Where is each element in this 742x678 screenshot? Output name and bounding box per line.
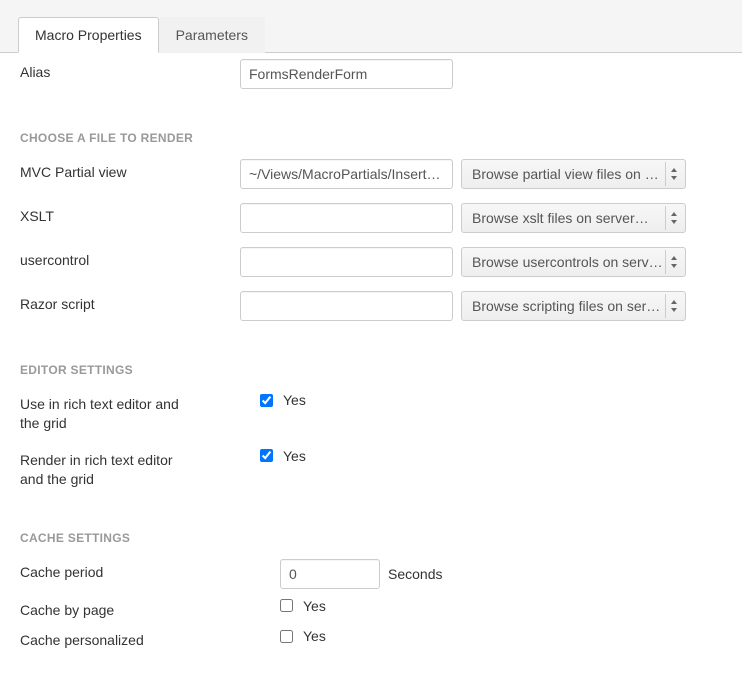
cache-period-label: Cache period <box>20 559 240 582</box>
usercontrol-input[interactable] <box>240 247 453 277</box>
tab-parameters[interactable]: Parameters <box>159 17 265 53</box>
cache-personalized-yes: Yes <box>303 628 326 644</box>
cache-by-page-checkbox[interactable] <box>280 599 293 612</box>
updown-icon <box>665 294 681 318</box>
render-in-editor-checkbox[interactable] <box>260 449 273 462</box>
render-in-editor-label: Render in rich text editor and the grid <box>20 447 180 489</box>
cache-by-page-label: Cache by page <box>20 597 240 620</box>
cache-personalized-checkbox[interactable] <box>280 630 293 643</box>
alias-input[interactable] <box>240 59 453 89</box>
section-choose-file: CHOOSE A FILE TO RENDER <box>20 103 722 159</box>
usercontrol-label: usercontrol <box>20 247 240 270</box>
top-bar <box>0 0 742 18</box>
updown-icon <box>665 162 681 186</box>
use-in-editor-label: Use in rich text editor and the grid <box>20 391 180 433</box>
cache-period-unit: Seconds <box>388 566 442 582</box>
razor-browse-select[interactable]: Browse scripting files on server… <box>461 291 686 321</box>
mvc-browse-select[interactable]: Browse partial view files on server… <box>461 159 686 189</box>
mvc-input[interactable] <box>240 159 453 189</box>
razor-input[interactable] <box>240 291 453 321</box>
tab-macro-properties[interactable]: Macro Properties <box>18 17 159 53</box>
razor-label: Razor script <box>20 291 240 314</box>
section-editor-settings: EDITOR SETTINGS <box>20 335 722 391</box>
content-pane: Alias CHOOSE A FILE TO RENDER MVC Partia… <box>0 59 742 678</box>
usercontrol-browse-select[interactable]: Browse usercontrols on server… <box>461 247 686 277</box>
updown-icon <box>665 206 681 230</box>
razor-browse-label: Browse scripting files on server… <box>472 298 680 314</box>
mvc-browse-label: Browse partial view files on server… <box>472 166 686 182</box>
updown-icon <box>665 250 681 274</box>
usercontrol-browse-label: Browse usercontrols on server… <box>472 254 675 270</box>
section-cache-settings: CACHE SETTINGS <box>20 503 722 559</box>
xslt-browse-label: Browse xslt files on server… <box>472 210 649 226</box>
use-in-editor-checkbox[interactable] <box>260 394 273 407</box>
render-in-editor-yes: Yes <box>283 448 306 464</box>
xslt-label: XSLT <box>20 203 240 226</box>
xslt-browse-select[interactable]: Browse xslt files on server… <box>461 203 686 233</box>
alias-label: Alias <box>20 59 240 82</box>
cache-by-page-yes: Yes <box>303 598 326 614</box>
use-in-editor-yes: Yes <box>283 392 306 408</box>
mvc-label: MVC Partial view <box>20 159 240 182</box>
tab-bar: Macro Properties Parameters <box>0 17 742 53</box>
cache-period-input[interactable] <box>280 559 380 589</box>
cache-personalized-label: Cache personalized <box>20 627 240 650</box>
xslt-input[interactable] <box>240 203 453 233</box>
